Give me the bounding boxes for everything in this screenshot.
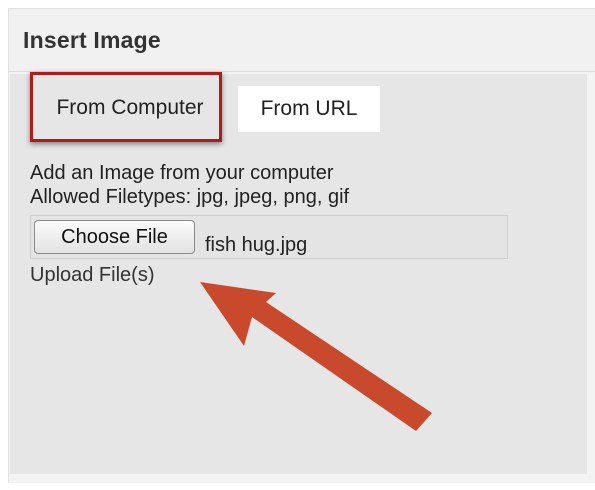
dialog-title: Insert Image (23, 27, 161, 53)
allowed-filetypes: Allowed Filetypes: jpg, jpeg, png, gif (30, 186, 350, 208)
choose-file-button[interactable]: Choose File (34, 220, 195, 254)
upload-description: Add an Image from your computer (30, 162, 334, 184)
dialog-header: Insert Image (9, 9, 595, 72)
tab-from-url[interactable]: From URL (238, 86, 380, 132)
upload-files-link[interactable]: Upload File(s) (30, 264, 154, 287)
selected-file-name: fish hug.jpg (205, 234, 308, 256)
highlight-annotation-box (30, 72, 222, 142)
